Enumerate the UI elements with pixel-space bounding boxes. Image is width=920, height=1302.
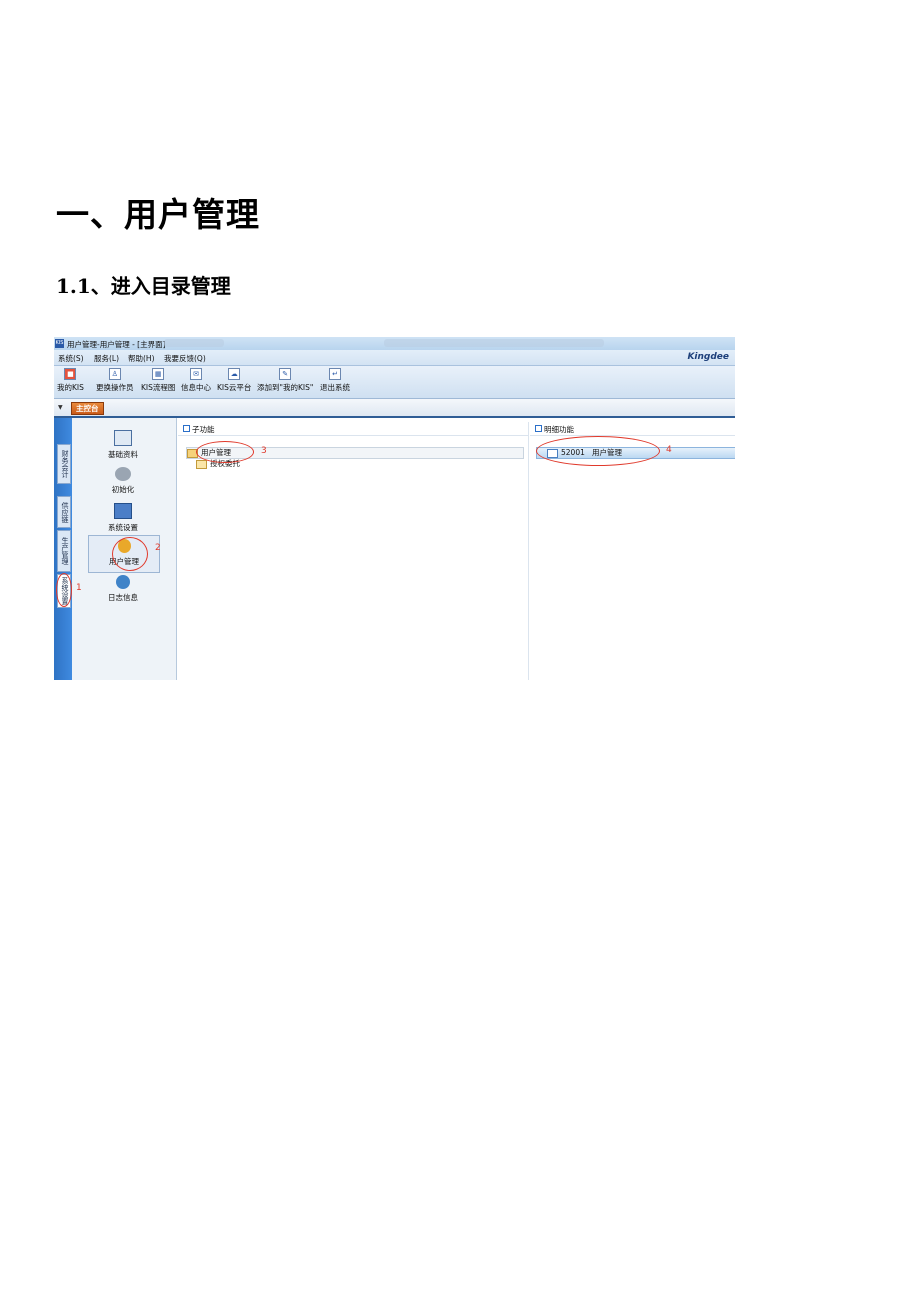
menu-system[interactable]: 系统(S) <box>58 353 84 364</box>
toolbar-change-operator[interactable]: ♙ 更换操作员 <box>96 368 134 393</box>
tab-dropdown-icon[interactable]: ▼ <box>58 404 63 411</box>
tab-main-console[interactable]: 主控台 <box>71 402 104 415</box>
menu-bar: 系统(S) 服务(L) 帮助(H) 我要反馈(Q) Kingdee <box>54 350 735 366</box>
toolbar-my-kis[interactable]: ■ 我的KIS <box>57 368 84 393</box>
detail-function-header: 明细功能 <box>530 422 735 436</box>
kis-app-icon: KIS <box>55 339 64 348</box>
nav-label: 系统设置 <box>108 523 138 532</box>
computer-settings-icon <box>114 503 132 519</box>
gears-icon <box>115 467 131 481</box>
module-side-tabs: 财务会计 供应链 生产管理 系统设置 <box>54 418 72 680</box>
window-titlebar: KIS 用户管理-用户管理 - [主界面] <box>54 337 735 350</box>
kingdee-logo: Kingdee <box>687 352 729 362</box>
side-tab-finance[interactable]: 财务会计 <box>57 444 71 484</box>
collapse-icon[interactable] <box>535 425 542 432</box>
toolbar-kis-flowchart[interactable]: ▦ KIS流程图 <box>141 368 175 393</box>
toolbar-label: 信息中心 <box>181 383 211 392</box>
section-heading: 一、用户管理 <box>56 195 260 234</box>
toolbar-label: KIS流程图 <box>141 383 176 392</box>
users-icon: ♙ <box>108 368 121 380</box>
menu-help[interactable]: 帮助(H) <box>128 353 155 364</box>
toolbar-label: 我的KIS <box>57 383 84 392</box>
nav-item-system-settings[interactable]: 系统设置 <box>88 503 158 533</box>
info-center-icon: ✉ <box>190 368 202 380</box>
nav-item-initialization[interactable]: 初始化 <box>88 467 158 495</box>
toolbar: ■ 我的KIS ♙ 更换操作员 ▦ KIS流程图 ✉ 信息中心 ☁ KIS云平台 ✎ 添加到… <box>54 366 735 399</box>
toolbar-exit-system[interactable]: ↵ 退出系统 <box>320 368 350 393</box>
sub-function-title: 子功能 <box>192 425 215 434</box>
flowchart-icon: ▦ <box>152 368 165 380</box>
annotation-number-1: 1 <box>76 583 82 593</box>
detail-function-title: 明细功能 <box>544 425 574 434</box>
blurred-title-region <box>164 339 224 347</box>
nav-item-basic-data[interactable]: 基础资料 <box>88 430 158 460</box>
annotation-ellipse-3 <box>196 441 254 463</box>
blurred-title-region <box>384 339 604 347</box>
toolbar-label: KIS云平台 <box>217 383 252 392</box>
toolbar-label: 更换操作员 <box>96 383 134 392</box>
embedded-screenshot: KIS 用户管理-用户管理 - [主界面] 系统(S) 服务(L) 帮助(H) … <box>54 337 735 680</box>
nav-label: 初始化 <box>111 485 135 494</box>
toolbar-kis-cloud[interactable]: ☁ KIS云平台 <box>217 368 251 393</box>
toolbar-label: 退出系统 <box>320 383 350 392</box>
nav-item-log-info[interactable]: 日志信息 <box>88 575 158 603</box>
toolbar-label: 添加到"我的KIS" <box>257 383 314 392</box>
nav-label: 日志信息 <box>108 593 138 602</box>
tab-bar: ▼ 主控台 <box>54 399 735 418</box>
basic-data-icon <box>114 430 132 446</box>
cloud-platform-icon: ☁ <box>228 368 241 380</box>
menu-feedback[interactable]: 我要反馈(Q) <box>164 353 206 364</box>
menu-service[interactable]: 服务(L) <box>94 353 119 364</box>
window-title: 用户管理-用户管理 - [主界面] <box>67 340 166 349</box>
exit-icon: ↵ <box>329 368 341 380</box>
collapse-icon[interactable] <box>183 425 190 432</box>
side-tab-supply-chain[interactable]: 供应链 <box>57 496 71 528</box>
sub-function-header: 子功能 <box>178 422 528 436</box>
subsection-heading: 1.1、进入目录管理 <box>56 274 231 298</box>
toolbar-info-center[interactable]: ✉ 信息中心 <box>181 368 211 393</box>
log-globe-icon <box>116 575 130 589</box>
annotation-ellipse-2 <box>112 537 148 571</box>
annotation-ellipse-4 <box>536 436 660 466</box>
annotation-number-2: 2 <box>155 543 161 553</box>
nav-label: 基础资料 <box>108 450 138 459</box>
my-kis-icon: ■ <box>64 368 77 380</box>
add-favorite-icon: ✎ <box>279 368 292 380</box>
annotation-number-4: 4 <box>666 445 672 455</box>
side-tab-production[interactable]: 生产管理 <box>57 530 71 572</box>
toolbar-add-to-my-kis[interactable]: ✎ 添加到"我的KIS" <box>257 368 313 393</box>
folder-icon <box>196 459 207 469</box>
annotation-ellipse-1 <box>56 573 72 607</box>
annotation-number-3: 3 <box>261 446 267 456</box>
